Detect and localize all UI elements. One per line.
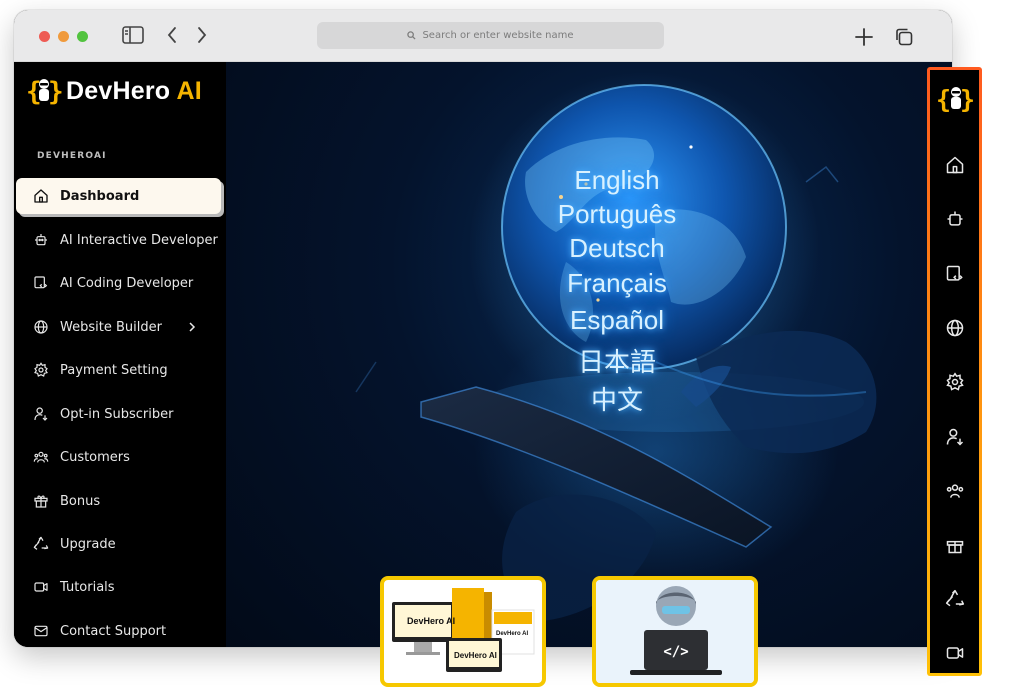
sidebar-item-label: Payment Setting: [60, 362, 168, 378]
address-bar[interactable]: Search or enter website name: [317, 22, 664, 49]
code-file-icon: [34, 276, 48, 289]
sidebar-item-upgrade[interactable]: Upgrade: [16, 526, 221, 562]
sidebar: { } DevHero AI DEVHEROAI Dashboard AI I: [14, 62, 226, 647]
language-english: English: [574, 165, 660, 195]
back-icon[interactable]: [166, 26, 178, 44]
sidebar-item-label: Contact Support: [60, 623, 167, 639]
language-german: Deutsch: [569, 233, 665, 263]
language-portuguese: Português: [557, 199, 677, 229]
logo-text: DevHero AI: [66, 77, 202, 106]
browser-titlebar: Search or enter website name: [14, 10, 952, 62]
hero-banner: English Português Deutsch Français Españ…: [226, 62, 952, 647]
sidebar-item-ai-interactive-developer[interactable]: AI Interactive Developer: [16, 222, 221, 258]
sidebar-item-label: Bonus: [60, 493, 101, 509]
collapsed-sidebar-panel: { }: [930, 70, 979, 673]
gift-icon[interactable]: [945, 535, 965, 555]
home-icon[interactable]: [945, 155, 965, 175]
sidebar-item-customers[interactable]: Customers: [16, 439, 221, 475]
robot-icon[interactable]: [945, 209, 965, 229]
app-content: { } DevHero AI DEVHEROAI Dashboard AI I: [14, 62, 952, 647]
devhero-logo-icon: { }: [26, 77, 62, 107]
sidebar-item-bonus[interactable]: Bonus: [16, 483, 221, 519]
sidebar-item-label: AI Interactive Developer: [60, 232, 218, 248]
sidebar-toggle-icon[interactable]: [122, 26, 144, 44]
tabs-icon[interactable]: [894, 27, 914, 47]
maximize-window-button[interactable]: [77, 31, 88, 42]
minimize-window-button[interactable]: [58, 31, 69, 42]
coder-avatar-thumbnail[interactable]: </>: [592, 576, 758, 687]
search-icon: [407, 31, 416, 40]
product-box-label-laptop: DevHero AI: [454, 651, 497, 660]
home-icon: [34, 189, 48, 203]
logo-text-ai: AI: [176, 76, 202, 105]
user-download-icon[interactable]: [945, 427, 965, 447]
close-window-button[interactable]: [39, 31, 50, 42]
sidebar-item-label: Upgrade: [60, 536, 116, 552]
svg-text:}: }: [48, 77, 62, 107]
gear-icon[interactable]: [945, 372, 965, 392]
app-logo[interactable]: { } DevHero AI: [26, 74, 202, 108]
forward-icon[interactable]: [196, 26, 208, 44]
logo-text-dev: DevHero: [66, 76, 171, 105]
new-tab-icon[interactable]: [854, 27, 874, 47]
users-icon: [33, 451, 49, 463]
svg-text:}: }: [960, 85, 975, 114]
mail-icon: [34, 625, 48, 637]
sidebar-item-website-builder[interactable]: Website Builder: [16, 309, 221, 345]
sidebar-item-dashboard[interactable]: Dashboard: [16, 178, 221, 214]
sidebar-item-label: Website Builder: [60, 319, 162, 335]
sidebar-item-ai-coding-developer[interactable]: AI Coding Developer: [16, 265, 221, 301]
sidebar-item-contact-support[interactable]: Contact Support: [16, 613, 221, 647]
language-spanish: Español: [570, 305, 664, 335]
product-box-thumbnail[interactable]: DevHero AI DevHero AI DevHero AI: [380, 576, 546, 687]
sidebar-item-tutorials[interactable]: Tutorials: [16, 569, 221, 605]
product-box-label-small: DevHero AI: [407, 616, 455, 626]
sidebar-item-label: AI Coding Developer: [60, 275, 194, 291]
globe-icon: [34, 320, 48, 334]
collapsed-sidebar: { }: [927, 67, 982, 676]
sidebar-item-payment-setting[interactable]: Payment Setting: [16, 352, 221, 388]
address-placeholder: Search or enter website name: [422, 30, 574, 41]
gear-icon: [34, 362, 48, 377]
user-download-icon: [34, 407, 48, 421]
sidebar-item-label: Dashboard: [60, 188, 140, 204]
sidebar-item-label: Tutorials: [60, 579, 115, 595]
video-icon: [34, 582, 48, 592]
users-icon[interactable]: [945, 481, 965, 501]
stage: Search or enter website name { }: [0, 0, 1027, 700]
language-japanese: 日本語: [577, 347, 656, 377]
video-icon[interactable]: [945, 643, 965, 663]
svg-text:</>: </>: [663, 644, 688, 660]
globe-icon[interactable]: [945, 318, 965, 338]
chevron-right-icon: [189, 322, 195, 332]
product-box-label-box: DevHero AI: [496, 631, 528, 637]
robot-icon: [35, 234, 47, 246]
recycle-icon: [33, 536, 49, 550]
svg-text:{: {: [936, 85, 951, 114]
language-french: Français: [567, 268, 667, 298]
gift-icon: [34, 495, 48, 508]
sidebar-item-label: Customers: [60, 449, 130, 465]
language-chinese: 中文: [590, 385, 643, 415]
code-file-icon[interactable]: [945, 264, 965, 284]
devhero-logo-mini-icon[interactable]: { }: [936, 83, 976, 115]
recycle-icon[interactable]: [945, 589, 965, 609]
browser-window: Search or enter website name { }: [14, 10, 952, 647]
sidebar-item-opt-in-subscriber[interactable]: Opt-in Subscriber: [16, 396, 221, 432]
section-label: DEVHEROAI: [37, 151, 107, 161]
sidebar-item-label: Opt-in Subscriber: [60, 406, 174, 422]
